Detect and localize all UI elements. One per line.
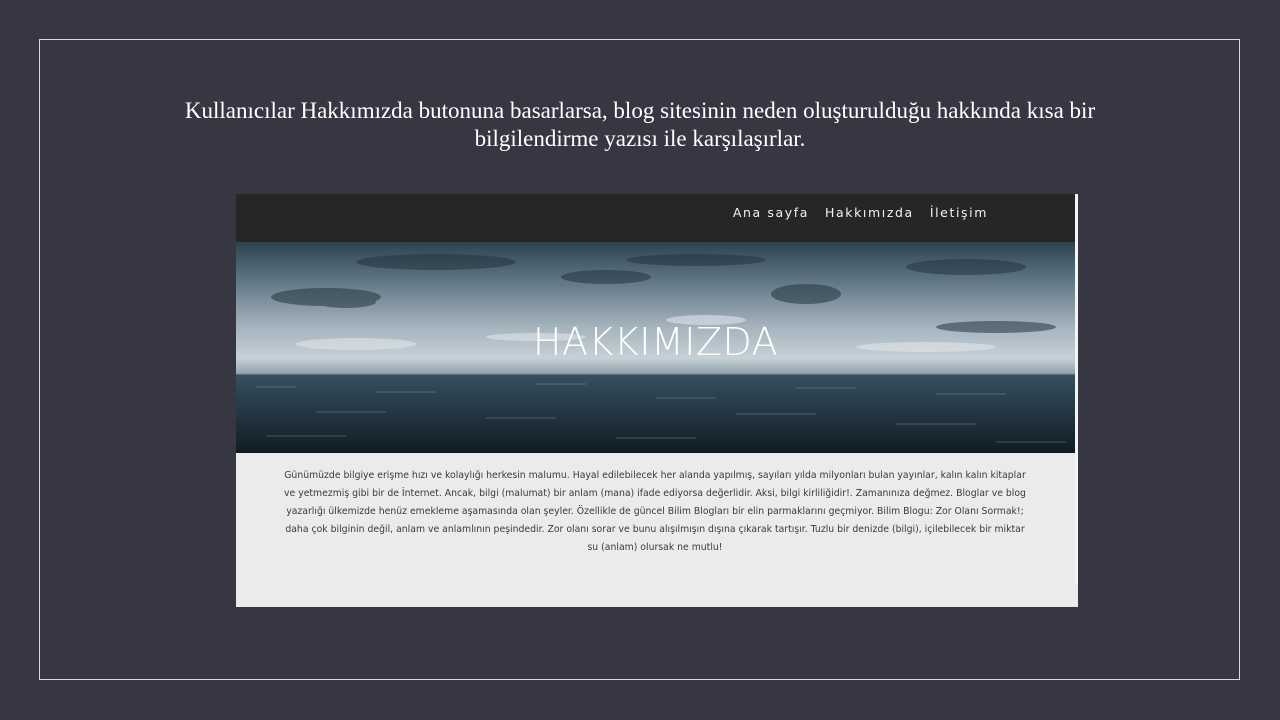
hero-title: HAKKIMIZDA bbox=[532, 320, 779, 364]
nav-links: Ana sayfa Hakkımızda İletişim bbox=[733, 205, 988, 220]
nav-contact-link[interactable]: İletişim bbox=[930, 205, 988, 220]
screenshot-edge bbox=[1075, 194, 1078, 584]
hero-banner: HAKKIMIZDA bbox=[236, 242, 1075, 453]
slide-caption: Kullanıcılar Hakkımızda butonuna basarla… bbox=[184, 98, 1096, 151]
site-navbar: Ana sayfa Hakkımızda İletişim bbox=[236, 194, 1075, 242]
about-text: Günümüzde bilgiye erişme hızı ve kolaylı… bbox=[284, 470, 1026, 553]
nav-home-link[interactable]: Ana sayfa bbox=[733, 205, 809, 220]
nav-about-link[interactable]: Hakkımızda bbox=[825, 205, 914, 220]
website-screenshot: Ana sayfa Hakkımızda İletişim HAKKIMIZDA… bbox=[236, 194, 1078, 607]
